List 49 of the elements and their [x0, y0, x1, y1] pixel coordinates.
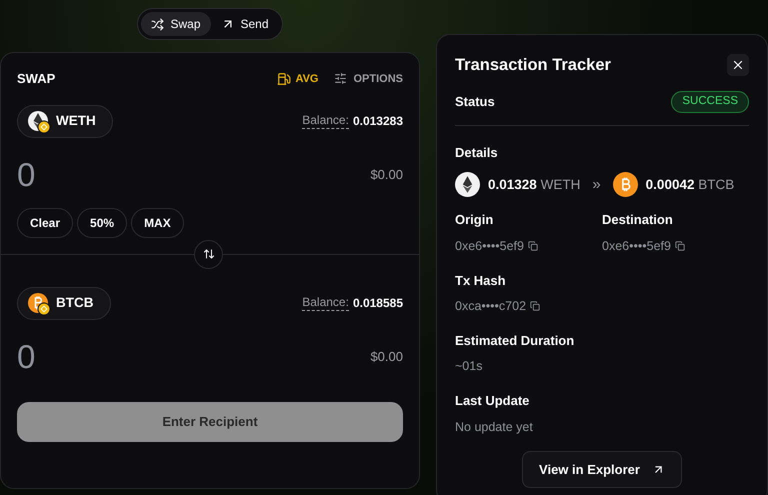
field-value: ~01s [455, 358, 482, 376]
details-label: Details [455, 144, 499, 162]
gas-button[interactable]: AVG [277, 70, 318, 87]
bitcoin-coin-icon [612, 172, 638, 198]
settings-icon [334, 72, 348, 86]
usd-value: $0.00 [370, 166, 403, 184]
field-value: No update yet [455, 418, 533, 436]
field-label: Estimated Duration [455, 332, 576, 350]
bitcoin-coin-icon [26, 291, 50, 315]
field-label: Destination [602, 211, 674, 230]
shuffle-icon [151, 18, 164, 30]
arrow-separator: » [592, 174, 601, 194]
card-title: SWAP [17, 70, 56, 88]
mode-tab[interactable]: Send [210, 12, 279, 36]
token-selector[interactable]: BTCB [17, 286, 110, 320]
field-label: Last Update [455, 392, 530, 410]
usd-value: $0.00 [370, 348, 403, 366]
field-value: 0xe6••••5ef9 [602, 238, 671, 255]
explorer-button[interactable]: View in Explorer [522, 451, 682, 488]
close-button[interactable] [727, 54, 749, 76]
fuel-pump-icon [277, 72, 292, 86]
ether-coin-icon [455, 172, 480, 198]
balance-value: 0.018585 [352, 295, 403, 312]
copy-icon[interactable] [528, 241, 538, 252]
from-amount: 0.01328 WETH [488, 176, 580, 194]
copy-icon[interactable] [530, 301, 540, 312]
amount-field[interactable]: 0 [17, 332, 217, 382]
field-label: Origin [455, 211, 494, 230]
quick-amount-button[interactable]: MAX [131, 208, 184, 238]
quick-amount-button[interactable]: 50% [77, 208, 128, 238]
panel-title: Transaction Tracker [455, 55, 611, 76]
quick-amount-button[interactable]: Clear [17, 208, 74, 238]
swap-arrows-icon [202, 248, 214, 260]
field-label: Tx Hash [455, 272, 507, 290]
balance-label: Balance: [302, 295, 349, 311]
mode-tab[interactable]: Swap [141, 12, 210, 36]
status-badge: SUCCESS [671, 90, 749, 113]
ether-coin-icon [26, 109, 50, 133]
options-button[interactable]: OPTIONS [334, 70, 403, 87]
field-value: 0xca••••c702 [455, 298, 526, 315]
copy-icon[interactable] [674, 241, 685, 252]
field-value: 0xe6••••5ef9 [455, 238, 524, 255]
balance-label: Balance: [302, 113, 349, 129]
status-label: Status [455, 93, 495, 111]
token-selector[interactable]: WETH [17, 104, 113, 138]
amount-field[interactable]: 0 [17, 150, 217, 200]
to-amount: 0.00042 BTCB [646, 176, 734, 194]
swap-direction-button[interactable] [194, 240, 223, 268]
balance-value: 0.013283 [352, 113, 403, 130]
